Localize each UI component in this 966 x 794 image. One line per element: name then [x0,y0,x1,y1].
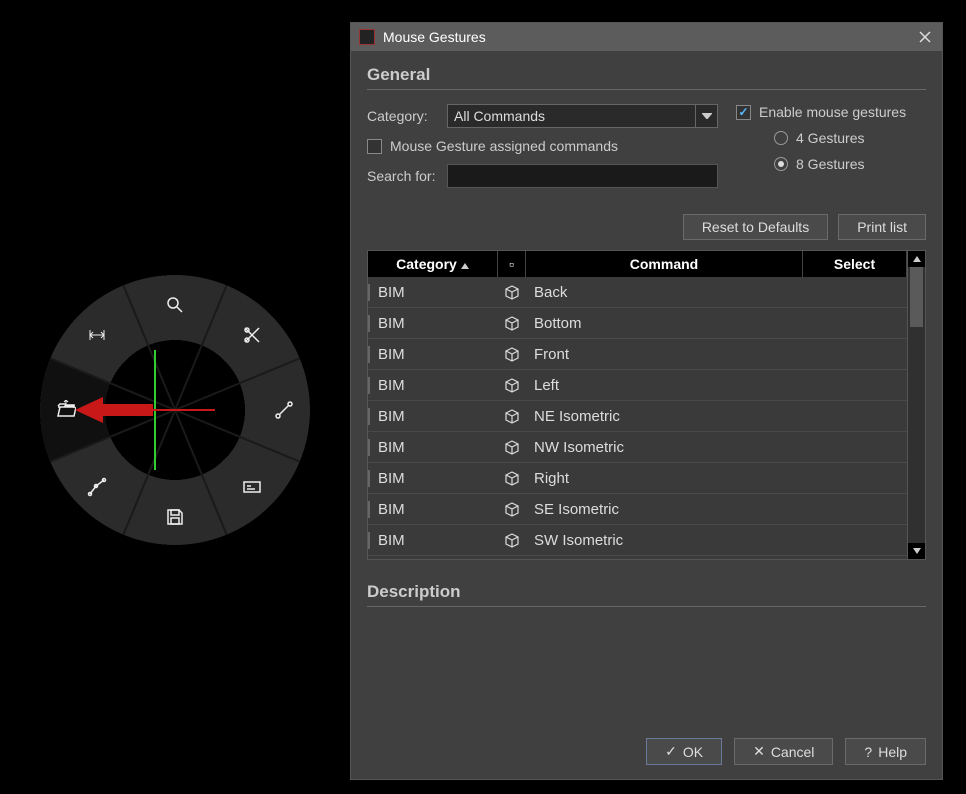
enable-gestures-label: Enable mouse gestures [759,104,906,120]
table-row[interactable]: BIM NE Isometric [368,401,907,432]
table-row[interactable]: BIM Right [368,463,907,494]
general-heading: General [367,65,926,90]
scroll-thumb[interactable] [910,267,923,327]
cell-category: BIM [368,284,498,301]
mouse-gestures-dialog: Mouse Gestures General Category: All Com… [350,22,943,780]
gesture-arrow [75,397,215,423]
table-row[interactable]: BIM SE Isometric [368,494,907,525]
cell-command: SW Isometric [526,532,803,549]
table-header: Category ▫ Command Select [368,251,907,277]
radio-4-label: 4 Gestures [796,130,864,146]
cell-category: BIM [368,408,498,425]
radio-8-label: 8 Gestures [796,156,864,172]
line-icon[interactable] [272,398,296,422]
command-table: Category ▫ Command Select BIM Back BIM Bott… [367,250,926,560]
help-icon: ? [864,744,872,760]
assigned-only-checkbox[interactable] [367,139,382,154]
cell-command: NE Isometric [526,408,803,425]
cell-category: BIM [368,501,498,518]
chevron-down-icon [695,105,717,127]
scroll-up-icon[interactable] [908,251,925,267]
category-combo[interactable]: All Commands [447,104,718,128]
cube-icon [498,314,526,332]
category-label: Category: [367,108,447,124]
polyline-icon[interactable] [85,475,109,499]
check-icon: ✓ [665,743,677,760]
table-row[interactable]: BIM NW Isometric [368,432,907,463]
col-category-header[interactable]: Category [368,251,498,277]
category-value: All Commands [454,108,545,124]
enable-gestures-checkbox[interactable] [736,105,751,120]
ok-button[interactable]: ✓ OK [646,738,722,765]
card-icon[interactable] [240,475,264,499]
cube-icon [498,376,526,394]
close-button[interactable] [916,28,934,46]
table-row[interactable]: BIM Bottom [368,308,907,339]
sort-asc-icon [461,256,469,272]
cell-command: Back [526,284,803,301]
app-icon [359,29,375,45]
cell-category: BIM [368,439,498,456]
cube-icon [498,283,526,301]
cube-icon [498,531,526,549]
table-row[interactable]: BIM SW Isometric [368,525,907,556]
assigned-only-label: Mouse Gesture assigned commands [390,138,618,154]
print-list-button[interactable]: Print list [838,214,926,240]
cell-category: BIM [368,377,498,394]
zoom-icon[interactable] [163,293,187,317]
cell-command: Front [526,346,803,363]
cell-command: Left [526,377,803,394]
cell-command: Bottom [526,315,803,332]
cube-icon [498,407,526,425]
save-icon[interactable] [163,505,187,529]
help-button[interactable]: ? Help [845,738,926,765]
scroll-track[interactable] [908,267,925,543]
cube-icon [498,438,526,456]
search-input[interactable] [447,164,718,188]
cell-category: BIM [368,315,498,332]
col-select-header[interactable]: Select [803,251,907,277]
table-row[interactable]: BIM Back [368,277,907,308]
dialog-body: General Category: All Commands Mouse Ges… [351,51,942,779]
radio-8-gestures[interactable] [774,157,788,171]
close-icon: ✕ [753,743,765,760]
scroll-down-icon[interactable] [908,543,925,559]
cell-command: Right [526,470,803,487]
radio-4-gestures[interactable] [774,131,788,145]
cube-icon [498,345,526,363]
search-label: Search for: [367,168,447,184]
col-icon-header[interactable]: ▫ [498,251,526,277]
cube-icon [498,500,526,518]
cell-category: BIM [368,532,498,549]
titlebar[interactable]: Mouse Gestures [351,23,942,51]
cell-command: NW Isometric [526,439,803,456]
snip-icon[interactable] [240,323,264,347]
cell-command: SE Isometric [526,501,803,518]
col-command-header[interactable]: Command [526,251,803,277]
dimension-icon[interactable] [85,323,109,347]
cube-icon [498,469,526,487]
cell-category: BIM [368,346,498,363]
reset-defaults-button[interactable]: Reset to Defaults [683,214,828,240]
description-heading: Description [367,582,926,607]
scrollbar[interactable] [907,251,925,559]
dialog-title: Mouse Gestures [383,29,486,45]
cancel-button[interactable]: ✕ Cancel [734,738,833,765]
cell-category: BIM [368,470,498,487]
table-row[interactable]: BIM Front [368,339,907,370]
table-row[interactable]: BIM Left [368,370,907,401]
